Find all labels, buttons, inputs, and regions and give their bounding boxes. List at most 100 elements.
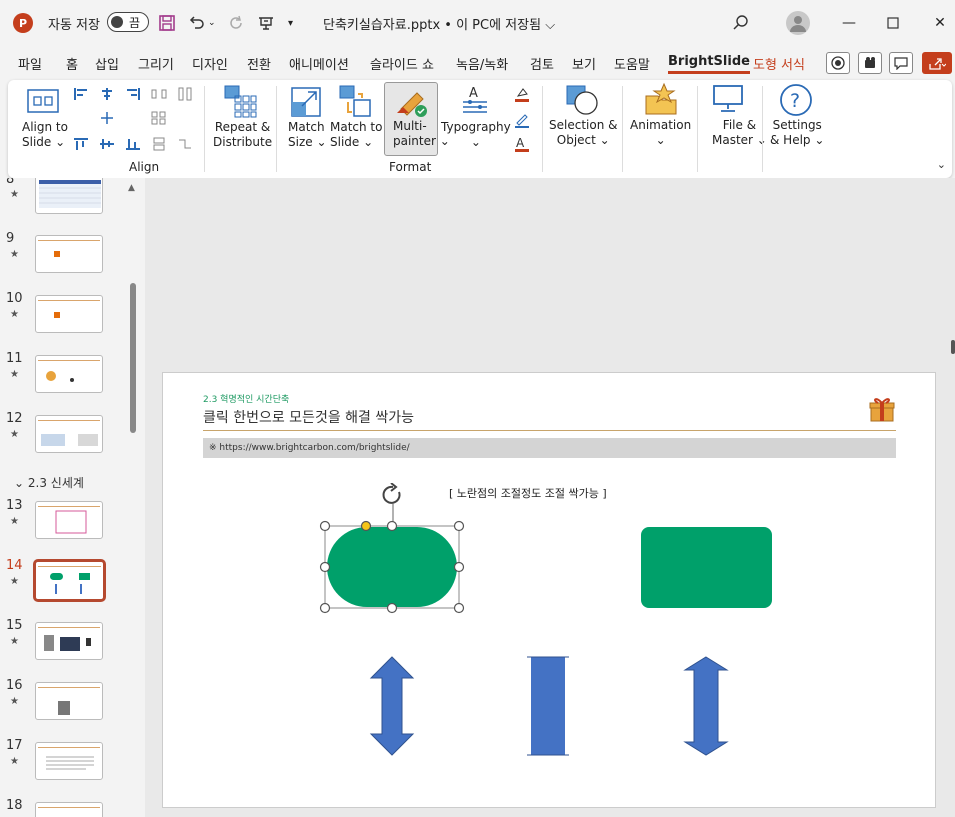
match-to-slide-button[interactable]: Match to Slide ⌄: [330, 120, 382, 150]
rotate-handle-icon[interactable]: [379, 483, 407, 523]
outline-color-icon[interactable]: [513, 112, 531, 128]
slide-thumbnail-15[interactable]: [35, 622, 103, 660]
comment-icon[interactable]: [889, 52, 913, 74]
animation-icon[interactable]: [644, 82, 678, 120]
ribbon: Align to Slide ⌄ Align Repeat & Distribu…: [8, 80, 952, 178]
undo-dropdown-icon[interactable]: ⌄: [208, 13, 216, 33]
align-bottom-icon[interactable]: [124, 136, 142, 152]
rounded-shape-selected[interactable]: [319, 520, 465, 616]
tab-help[interactable]: 도움말: [614, 54, 650, 73]
tab-record[interactable]: 녹음/녹화: [456, 54, 508, 73]
up-down-arrow-shape[interactable]: [683, 656, 729, 756]
align-to-slide-button[interactable]: Align to Slide ⌄: [22, 120, 68, 150]
tab-insert[interactable]: 삽입: [95, 54, 119, 73]
document-title[interactable]: 단축키실습자료.pptx • 이 PC에 저장됨 ⌵: [323, 13, 555, 33]
slide-thumbnail-12[interactable]: [35, 415, 103, 453]
user-avatar[interactable]: [786, 11, 810, 35]
align-left-icon[interactable]: [72, 86, 90, 102]
match-size-icon[interactable]: [290, 86, 322, 122]
align-middle-icon[interactable]: [98, 110, 116, 126]
ribbon-separator: [204, 86, 205, 172]
tab-view[interactable]: 보기: [572, 54, 596, 73]
slide-thumbnail-13[interactable]: [35, 501, 103, 539]
up-down-arrow-shape[interactable]: [369, 656, 415, 756]
scroll-up-icon[interactable]: ▲: [128, 183, 135, 193]
font-color-icon[interactable]: A: [513, 136, 531, 152]
slide-thumbnail-18[interactable]: [35, 802, 103, 817]
rounded-rectangle-shape[interactable]: [640, 526, 773, 609]
animation-star-icon: ★: [10, 249, 19, 260]
slide-thumbnail-17[interactable]: [35, 742, 103, 780]
selection-object-icon[interactable]: [565, 84, 599, 120]
slide-thumbnail-16[interactable]: [35, 682, 103, 720]
search-icon[interactable]: [732, 13, 750, 33]
align-top-icon[interactable]: [72, 136, 90, 152]
tab-draw[interactable]: 그리기: [138, 54, 174, 73]
slide-canvas[interactable]: 2.3 혁명적인 시간단축 클릭 한번으로 모든것을 해결 싹가능 ※ http…: [162, 372, 936, 808]
grid-icon[interactable]: [150, 110, 168, 126]
minimize-icon[interactable]: —: [839, 13, 859, 33]
distribute-vertical-icon[interactable]: [176, 86, 194, 102]
typography-button[interactable]: Typography ⌄: [441, 120, 511, 150]
slide-thumbnail-14[interactable]: [33, 559, 106, 602]
tab-animations[interactable]: 애니메이션: [289, 54, 349, 73]
file-master-icon[interactable]: [712, 84, 744, 118]
align-center-icon[interactable]: [98, 86, 116, 102]
record-icon[interactable]: [826, 52, 850, 74]
editor-scrollbar[interactable]: [951, 340, 955, 354]
rectangle-bar-shape[interactable]: [527, 656, 569, 756]
autosave-state: 끔: [129, 15, 141, 30]
help-icon[interactable]: ?: [779, 83, 813, 121]
connector-icon[interactable]: [176, 136, 194, 152]
slide-thumbnail-9[interactable]: [35, 235, 103, 273]
typography-icon[interactable]: A: [460, 84, 490, 120]
slide-number: 13: [6, 498, 23, 513]
tab-home[interactable]: 홈: [66, 54, 78, 73]
maximize-icon[interactable]: [883, 13, 903, 33]
tab-review[interactable]: 검토: [530, 54, 554, 73]
match-to-slide-icon[interactable]: [338, 84, 372, 122]
save-icon[interactable]: [158, 13, 176, 33]
thumbnail-scrollbar[interactable]: [130, 283, 136, 433]
repeat-distribute-button[interactable]: Repeat & Distribute: [213, 120, 272, 150]
redo-icon[interactable]: [227, 13, 245, 33]
section-title[interactable]: ⌄ 2.3 신세계: [14, 474, 84, 491]
url-banner[interactable]: ※ https://www.brightcarbon.com/brightsli…: [203, 438, 896, 458]
fill-color-icon[interactable]: [513, 86, 531, 102]
animation-star-icon: ★: [10, 189, 19, 200]
close-icon[interactable]: ✕: [930, 13, 950, 33]
autosave-toggle[interactable]: 끔: [107, 12, 149, 32]
match-size-button[interactable]: Match Size ⌄: [288, 120, 327, 150]
camera-icon[interactable]: [858, 52, 882, 74]
file-master-button[interactable]: File & Master ⌄: [712, 118, 767, 148]
tab-transitions[interactable]: 전환: [247, 54, 271, 73]
stack-icon[interactable]: [150, 136, 168, 152]
slide-thumbnail-11[interactable]: [35, 355, 103, 393]
animation-star-icon: ★: [10, 756, 19, 767]
tab-file[interactable]: 파일: [18, 54, 42, 73]
chevron-down-icon[interactable]: ⌄: [937, 158, 946, 171]
align-to-slide-icon[interactable]: [26, 88, 60, 118]
slide-thumbnail-8[interactable]: [35, 178, 103, 214]
tab-shape-format[interactable]: 도형 서식: [753, 54, 805, 73]
slide-thumbnail-10[interactable]: [35, 295, 103, 333]
instruction-note[interactable]: [ 노란점의 조절정도 조절 싹가능 ]: [449, 485, 607, 501]
presentation-icon[interactable]: [257, 13, 275, 33]
undo-icon[interactable]: [188, 13, 206, 33]
tab-design[interactable]: 디자인: [192, 54, 228, 73]
selection-object-button[interactable]: Selection & Object ⌄: [549, 118, 617, 148]
share-icon[interactable]: [922, 52, 952, 74]
slide-subtitle[interactable]: 2.3 혁명적인 시간단축: [203, 392, 289, 405]
settings-help-button[interactable]: Settings & Help ⌄: [770, 118, 824, 148]
customize-toolbar-icon[interactable]: ▾: [288, 13, 293, 33]
distribute-horizontal-icon[interactable]: [150, 86, 168, 102]
align-vcenter-icon[interactable]: [98, 136, 116, 152]
multi-painter-button[interactable]: Multi- painter ⌄: [384, 82, 450, 156]
tab-brightslide[interactable]: BrightSlide: [668, 54, 750, 74]
tab-slideshow[interactable]: 슬라이드 쇼: [370, 54, 434, 73]
align-right-icon[interactable]: [124, 86, 142, 102]
repeat-distribute-icon[interactable]: [223, 84, 257, 122]
gift-icon[interactable]: [868, 395, 896, 423]
slide-title[interactable]: 클릭 한번으로 모든것을 해결 싹가능: [203, 407, 414, 427]
animation-button[interactable]: Animation ⌄: [630, 118, 691, 148]
